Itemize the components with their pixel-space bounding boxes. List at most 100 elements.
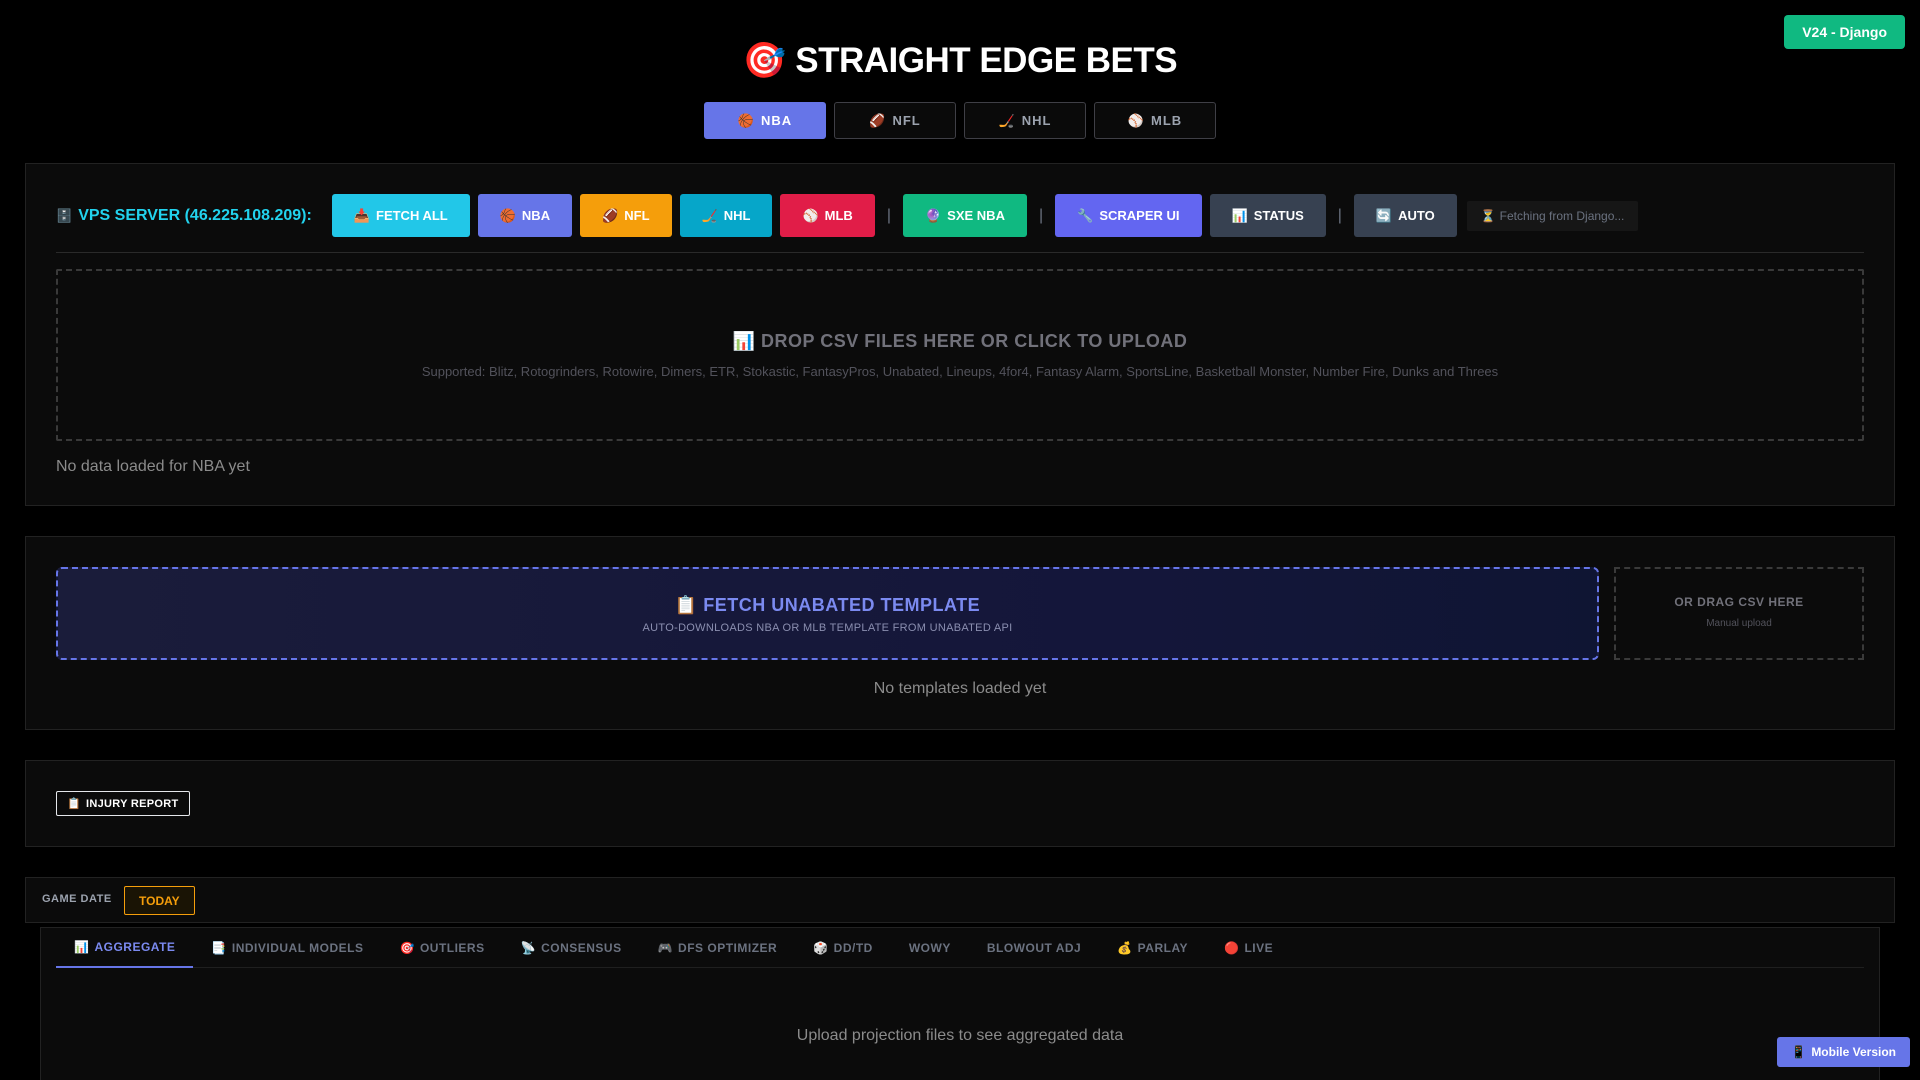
- auto-label: AUTO: [1398, 208, 1435, 223]
- wrench-icon: 🔧: [1077, 208, 1094, 223]
- satellite-icon: 📡: [520, 940, 537, 955]
- drag-csv-dropzone[interactable]: OR DRAG CSV HERE Manual upload: [1614, 567, 1864, 660]
- vps-label-text: VPS SERVER (46.225.108.209):: [78, 206, 312, 224]
- dropzone-subtitle: Supported: Blitz, Rotogrinders, Rotowire…: [421, 364, 1499, 379]
- mobile-version-button[interactable]: 📱 Mobile Version: [1777, 1037, 1910, 1067]
- upload-panel: 🗄️ VPS SERVER (46.225.108.209): 📥 FETCH …: [25, 163, 1895, 506]
- tab-label: DD/TD: [833, 940, 873, 955]
- fetch-all-button[interactable]: 📥 FETCH ALL: [331, 194, 470, 237]
- fetch-nfl-button[interactable]: 🏈 NFL: [580, 194, 672, 237]
- fetch-template-button[interactable]: 📋 FETCH UNABATED TEMPLATE AUTO-DOWNLOADS…: [56, 567, 1599, 660]
- template-panel: 📋 FETCH UNABATED TEMPLATE AUTO-DOWNLOADS…: [25, 536, 1895, 730]
- fetch-template-subtitle: AUTO-DOWNLOADS NBA OR MLB TEMPLATE FROM …: [642, 622, 1013, 634]
- fetch-nhl-label: NHL: [723, 208, 751, 223]
- page-title: 🎯 STRAIGHT EDGE BETS: [0, 40, 1920, 81]
- scraper-ui-button[interactable]: 🔧 SCRAPER UI: [1055, 194, 1202, 237]
- sxe-nba-button[interactable]: 🔮 SXE NBA: [902, 194, 1027, 237]
- no-templates-text: No templates loaded yet: [873, 680, 1047, 697]
- chart-icon: 📊: [74, 939, 90, 954]
- bar-chart-icon: 📊: [1231, 208, 1248, 223]
- target-icon: 🎯: [399, 940, 415, 955]
- injury-report-button[interactable]: 📋 INJURY REPORT: [56, 791, 190, 816]
- server-icon: 🗄️: [56, 208, 73, 223]
- fetch-nba-label: NBA: [521, 208, 551, 223]
- drag-csv-subtitle: Manual upload: [1706, 618, 1772, 629]
- mobile-version-label: Mobile Version: [1811, 1045, 1896, 1059]
- empty-state-message: Upload projection files to see aggregate…: [796, 1027, 1124, 1044]
- fetch-nfl-label: NFL: [624, 208, 650, 223]
- status-label: STATUS: [1253, 208, 1304, 223]
- game-date-bar: GAME DATE TODAY: [25, 877, 1895, 923]
- tab-label: CONSENSUS: [541, 940, 622, 955]
- tab-label: BLOWOUT ADJ: [986, 940, 1082, 955]
- csv-dropzone[interactable]: 📊 DROP CSV FILES HERE OR CLICK TO UPLOAD…: [56, 269, 1864, 441]
- sxe-nba-label: SXE NBA: [947, 208, 1005, 223]
- tab-label: WOWY: [908, 940, 951, 955]
- football-icon: 🏈: [869, 113, 887, 128]
- gamepad-icon: 🎮: [657, 940, 674, 955]
- sport-tab-mlb[interactable]: ⚾ MLB: [1094, 102, 1216, 139]
- scraper-ui-label: SCRAPER UI: [1099, 208, 1180, 223]
- sport-tabs: 🏀 NBA 🏈 NFL 🏒 NHL ⚾ MLB: [0, 102, 1920, 139]
- fetch-nba-button[interactable]: 🏀 NBA: [477, 194, 573, 237]
- tab-label: AGGREGATE: [94, 939, 176, 954]
- tab-consensus[interactable]: 📡 CONSENSUS: [503, 928, 640, 968]
- fetch-nhl-button[interactable]: 🏒 NHL: [679, 194, 773, 237]
- tab-label: DFS OPTIMIZER: [678, 940, 778, 955]
- phone-icon: 📱: [1791, 1045, 1807, 1059]
- sport-tab-label: NHL: [1021, 113, 1052, 128]
- tab-dfs-optimizer[interactable]: 🎮 DFS OPTIMIZER: [640, 928, 796, 968]
- money-bag-icon: 💰: [1117, 940, 1133, 955]
- target-icon: 🎯: [742, 41, 787, 80]
- tab-wowy[interactable]: WOWY: [891, 928, 969, 968]
- hourglass-icon: ⏳: [1480, 208, 1496, 223]
- tab-parlay[interactable]: 💰 PARLAY: [1099, 928, 1206, 968]
- auto-button[interactable]: 🔄 AUTO: [1353, 194, 1457, 237]
- sport-tab-label: NBA: [761, 113, 793, 128]
- fetch-mlb-button[interactable]: ⚾ MLB: [780, 194, 875, 237]
- sport-tab-label: NFL: [892, 113, 921, 128]
- red-circle-icon: 🔴: [1224, 940, 1240, 955]
- sport-tab-nhl[interactable]: 🏒 NHL: [964, 102, 1086, 139]
- tab-outliers[interactable]: 🎯 OUTLIERS: [381, 928, 502, 968]
- fetching-text: Fetching from Django...: [1499, 208, 1625, 223]
- sport-tab-label: MLB: [1151, 113, 1183, 128]
- document-icon: 📑: [211, 940, 227, 955]
- tab-label: LIVE: [1244, 940, 1274, 955]
- tab-blowout-adj[interactable]: BLOWOUT ADJ: [969, 928, 1099, 968]
- hockey-icon: 🏒: [701, 208, 718, 223]
- football-icon: 🏈: [602, 208, 619, 223]
- tab-individual-models[interactable]: 📑 INDIVIDUAL MODELS: [193, 928, 381, 968]
- vps-label: 🗄️ VPS SERVER (46.225.108.209):: [56, 207, 312, 225]
- tab-dd-td[interactable]: 🎲 DD/TD: [795, 928, 891, 968]
- tab-label: PARLAY: [1137, 940, 1189, 955]
- refresh-icon: 🔄: [1375, 208, 1393, 223]
- dropzone-title: 📊 DROP CSV FILES HERE OR CLICK TO UPLOAD: [58, 331, 1862, 352]
- view-tabs: 📊 AGGREGATE 📑 INDIVIDUAL MODELS 🎯 OUTLIE…: [56, 928, 1864, 968]
- hockey-icon: 🏒: [998, 113, 1016, 128]
- status-button[interactable]: 📊 STATUS: [1209, 194, 1326, 237]
- fetch-mlb-label: MLB: [824, 208, 853, 223]
- tab-label: OUTLIERS: [419, 940, 485, 955]
- tab-label: INDIVIDUAL MODELS: [231, 940, 364, 955]
- baseball-icon: ⚾: [1127, 113, 1145, 128]
- toolbar-separator: |: [1337, 206, 1342, 224]
- basketball-icon: 🏀: [499, 208, 516, 223]
- dice-icon: 🎲: [813, 940, 829, 955]
- sport-tab-nba[interactable]: 🏀 NBA: [704, 102, 826, 139]
- sport-tab-nfl[interactable]: 🏈 NFL: [834, 102, 956, 139]
- today-button[interactable]: TODAY: [124, 886, 195, 915]
- fetching-status: ⏳ Fetching from Django...: [1466, 200, 1639, 231]
- tab-live[interactable]: 🔴 LIVE: [1206, 928, 1291, 968]
- crystal-ball-icon: 🔮: [924, 208, 942, 223]
- basketball-icon: 🏀: [737, 113, 755, 128]
- injury-report-label: INJURY REPORT: [86, 797, 179, 810]
- tab-aggregate[interactable]: 📊 AGGREGATE: [56, 928, 194, 968]
- game-date-label: GAME DATE: [42, 893, 112, 905]
- no-data-text: No data loaded for NBA yet: [56, 458, 250, 475]
- dropzone-title-text: DROP CSV FILES HERE OR CLICK TO UPLOAD: [761, 331, 1188, 351]
- toolbar-separator: |: [886, 206, 891, 224]
- drag-csv-title: OR DRAG CSV HERE: [1674, 595, 1804, 609]
- fetch-template-title: 📋 FETCH UNABATED TEMPLATE: [58, 595, 1597, 616]
- injury-panel: 📋 INJURY REPORT: [25, 760, 1895, 847]
